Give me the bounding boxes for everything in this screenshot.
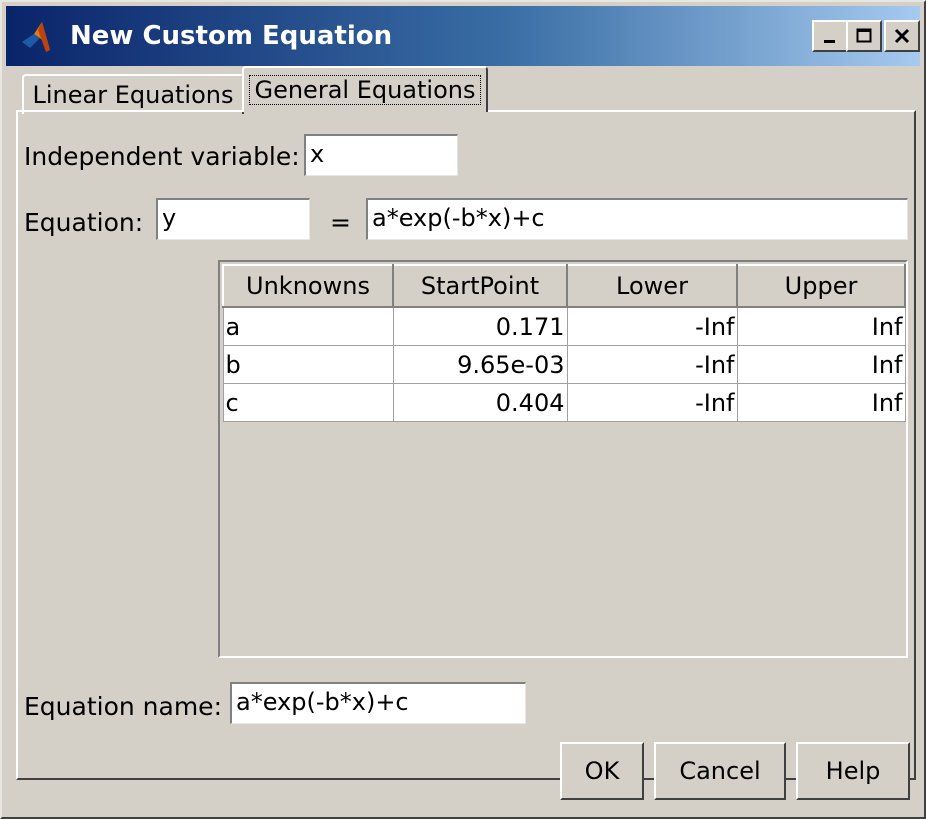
column-header-startpoint[interactable]: StartPoint xyxy=(392,264,568,308)
dialog-window: New Custom Equation Linear Equations Gen… xyxy=(0,0,926,819)
equals-sign: = xyxy=(330,208,351,237)
equation-name-label: Equation name: xyxy=(24,692,222,721)
coefficients-table[interactable]: Unknowns StartPoint Lower Upper a 0.171 … xyxy=(218,260,908,658)
help-button[interactable]: Help xyxy=(796,742,910,800)
unknown-cell[interactable]: a xyxy=(222,306,394,346)
maximize-icon xyxy=(856,28,872,43)
close-button[interactable] xyxy=(884,20,920,52)
dependent-variable-input[interactable]: y xyxy=(156,198,310,240)
cancel-button[interactable]: Cancel xyxy=(654,742,786,800)
close-icon xyxy=(894,28,910,44)
startpoint-cell[interactable]: 0.404 xyxy=(392,383,568,422)
upper-cell[interactable]: Inf xyxy=(736,383,906,422)
independent-variable-label: Independent variable: xyxy=(24,142,300,171)
lower-cell[interactable]: -Inf xyxy=(566,383,738,422)
equation-name-input[interactable]: a*exp(-b*x)+c xyxy=(230,682,526,724)
minimize-button[interactable] xyxy=(812,20,848,52)
tab-linear-equations[interactable]: Linear Equations xyxy=(22,74,244,114)
equation-input[interactable]: a*exp(-b*x)+c xyxy=(366,198,908,240)
tab-label: Linear Equations xyxy=(32,81,234,109)
lower-cell[interactable]: -Inf xyxy=(566,306,738,346)
tab-label: General Equations xyxy=(249,75,481,105)
ok-button[interactable]: OK xyxy=(560,742,644,800)
minimize-icon xyxy=(824,40,835,43)
table-row: b 9.65e-03 -Inf Inf xyxy=(222,345,906,384)
table-row: c 0.404 -Inf Inf xyxy=(222,383,906,422)
matlab-logo-icon xyxy=(22,22,50,52)
column-header-unknowns[interactable]: Unknowns xyxy=(222,264,394,308)
tab-general-equations[interactable]: General Equations xyxy=(242,66,488,112)
upper-cell[interactable]: Inf xyxy=(736,306,906,346)
unknown-cell[interactable]: c xyxy=(222,383,394,422)
unknown-cell[interactable]: b xyxy=(222,345,394,384)
equation-label: Equation: xyxy=(24,208,144,237)
window-title: New Custom Equation xyxy=(70,21,393,51)
column-header-upper[interactable]: Upper xyxy=(736,264,906,308)
maximize-button[interactable] xyxy=(846,20,882,52)
title-bar[interactable]: New Custom Equation xyxy=(6,6,920,66)
upper-cell[interactable]: Inf xyxy=(736,345,906,384)
column-header-lower[interactable]: Lower xyxy=(566,264,738,308)
startpoint-cell[interactable]: 9.65e-03 xyxy=(392,345,568,384)
independent-variable-input[interactable]: x xyxy=(304,134,458,176)
startpoint-cell[interactable]: 0.171 xyxy=(392,306,568,346)
table-row: a 0.171 -Inf Inf xyxy=(222,306,906,346)
lower-cell[interactable]: -Inf xyxy=(566,345,738,384)
